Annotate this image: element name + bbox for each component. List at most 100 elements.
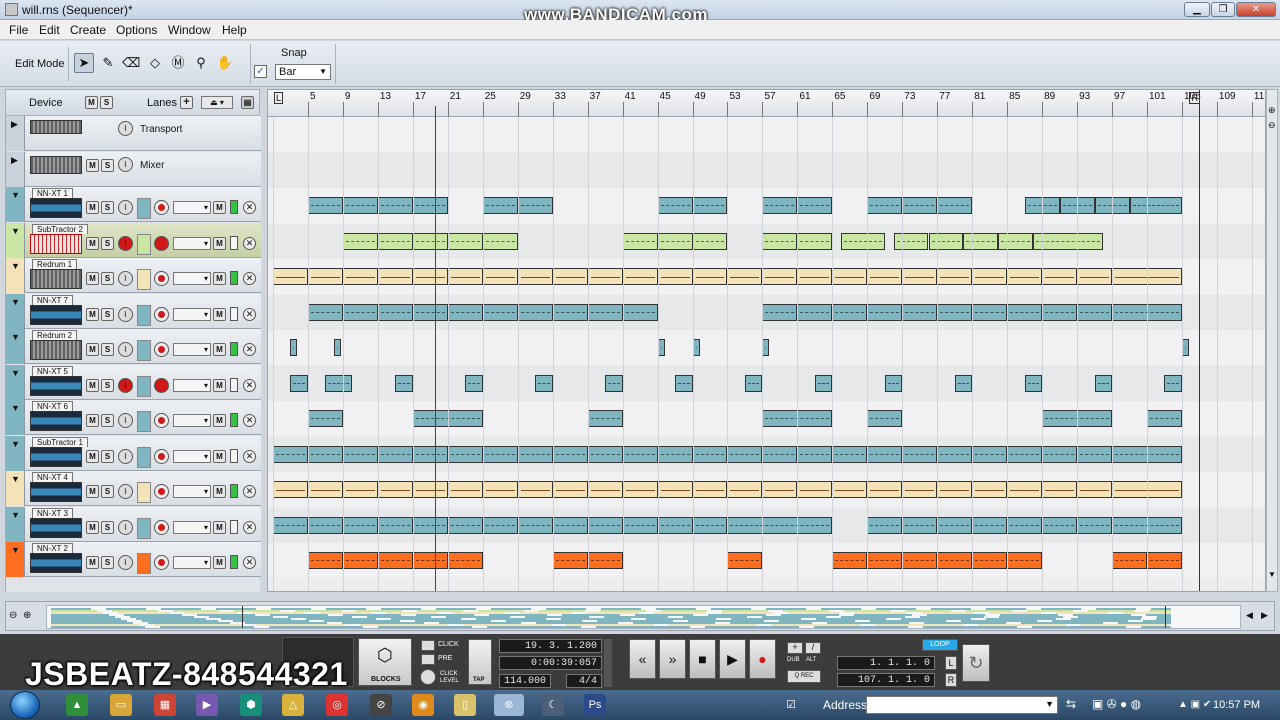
zoom-out-horizontal-icon[interactable]: ⊖ bbox=[9, 610, 17, 621]
note-clip[interactable] bbox=[334, 339, 342, 356]
minimize-button[interactable]: ▁ bbox=[1184, 2, 1210, 17]
record-arm-icon[interactable]: ⌇ bbox=[118, 342, 133, 357]
taskbar-app-dark-icon[interactable]: ⊘ bbox=[370, 694, 392, 716]
note-clip[interactable] bbox=[325, 374, 352, 392]
menu-create[interactable]: Create bbox=[70, 23, 106, 37]
chrome-icon[interactable]: ◎ bbox=[326, 694, 348, 716]
note-clip[interactable] bbox=[1129, 197, 1182, 214]
device-thumbnail[interactable] bbox=[30, 446, 82, 467]
expand-triangle-icon[interactable]: ▼ bbox=[11, 439, 20, 449]
record-arm-icon[interactable]: ⌇ bbox=[118, 306, 133, 322]
overview-position-marker[interactable] bbox=[242, 606, 243, 628]
note-clip[interactable] bbox=[552, 552, 588, 569]
note-clip[interactable] bbox=[290, 339, 298, 356]
mute-button[interactable]: M bbox=[86, 272, 99, 285]
delete-lane-icon[interactable]: ✕ bbox=[243, 272, 256, 285]
note-clip[interactable] bbox=[273, 481, 308, 498]
track-lane[interactable] bbox=[268, 472, 1265, 507]
right-loop-marker[interactable]: R bbox=[1189, 92, 1200, 104]
note-clip[interactable] bbox=[290, 374, 308, 392]
lane-mute-button[interactable]: M bbox=[213, 556, 226, 569]
note-clip[interactable] bbox=[893, 232, 929, 250]
new-dub-button[interactable]: + bbox=[787, 642, 803, 654]
note-clip[interactable] bbox=[657, 232, 693, 250]
lane-record-icon[interactable] bbox=[154, 271, 169, 286]
note-clip[interactable] bbox=[465, 374, 483, 392]
note-clip[interactable] bbox=[1147, 552, 1182, 569]
expand-triangle-icon[interactable]: ▼ bbox=[11, 297, 20, 307]
track-row[interactable]: ▼ SubTractor 2 M S ⌇ ▾ M ✕ bbox=[6, 222, 261, 258]
note-clip[interactable] bbox=[377, 481, 413, 498]
taskbar-app-green-icon[interactable]: ▲ bbox=[66, 694, 88, 716]
note-clip[interactable] bbox=[937, 197, 973, 214]
solo-button[interactable]: S bbox=[101, 449, 114, 463]
expand-triangle-icon[interactable]: ▼ bbox=[11, 474, 20, 484]
note-clip[interactable] bbox=[605, 374, 623, 392]
note-clip[interactable] bbox=[587, 552, 623, 569]
note-clip[interactable] bbox=[762, 303, 798, 321]
menu-options[interactable]: Options bbox=[116, 23, 157, 37]
solo-button[interactable]: S bbox=[101, 236, 114, 250]
maximize-button[interactable]: ❐ bbox=[1211, 2, 1235, 17]
lane-options-dropdown[interactable]: ⏏ ▾ bbox=[201, 96, 233, 109]
note-clip[interactable] bbox=[342, 516, 378, 534]
track-lane[interactable] bbox=[268, 543, 1265, 578]
global-solo-button[interactable]: S bbox=[100, 96, 113, 109]
song-time-display[interactable]: 0:00:39:057 bbox=[499, 656, 602, 670]
mute-button[interactable]: M bbox=[86, 556, 99, 569]
position-spin-buttons[interactable] bbox=[604, 639, 612, 687]
note-clip[interactable] bbox=[797, 303, 833, 321]
pencil-tool-icon[interactable]: ✎ bbox=[98, 53, 118, 73]
note-clip[interactable] bbox=[902, 303, 938, 321]
lane-mute-button[interactable]: M bbox=[213, 272, 226, 285]
note-clip[interactable] bbox=[412, 516, 448, 534]
start-button-icon[interactable] bbox=[10, 691, 40, 719]
note-clip[interactable] bbox=[1077, 268, 1113, 285]
track-lane[interactable] bbox=[268, 117, 1265, 152]
note-clip[interactable] bbox=[727, 445, 763, 463]
lane-mute-button[interactable]: M bbox=[213, 520, 226, 534]
delete-lane-icon[interactable]: ✕ bbox=[243, 343, 256, 356]
loop-button[interactable]: LOOP bbox=[922, 639, 958, 651]
note-clip[interactable] bbox=[1007, 516, 1043, 534]
expand-triangle-icon[interactable]: ▼ bbox=[11, 261, 20, 271]
lane-record-icon[interactable] bbox=[154, 484, 169, 499]
lane-select-dropdown[interactable]: ▾ bbox=[173, 556, 211, 569]
note-clip[interactable] bbox=[727, 516, 833, 534]
note-clip[interactable] bbox=[867, 197, 903, 214]
track-row[interactable]: ▼ SubTractor 1 M S ⌇ ▾ M ✕ bbox=[6, 435, 261, 471]
note-clip[interactable] bbox=[535, 374, 553, 392]
mute-button[interactable]: M bbox=[86, 449, 99, 463]
vertical-scrollbar[interactable]: ⊕ ⊖ ▼ bbox=[1266, 89, 1278, 592]
device-thumbnail[interactable] bbox=[30, 233, 82, 254]
note-clip[interactable] bbox=[342, 268, 378, 285]
note-clip[interactable] bbox=[1042, 268, 1078, 285]
note-clip[interactable] bbox=[622, 516, 658, 534]
lane-select-dropdown[interactable]: ▾ bbox=[173, 378, 211, 392]
note-clip[interactable] bbox=[1042, 445, 1078, 463]
note-clip[interactable] bbox=[412, 481, 448, 498]
note-clip[interactable] bbox=[342, 197, 378, 214]
lane-select-dropdown[interactable]: ▾ bbox=[173, 201, 211, 214]
note-clip[interactable] bbox=[1164, 374, 1182, 392]
click-toggle[interactable] bbox=[421, 640, 435, 651]
hand-tool-icon[interactable]: ✋ bbox=[215, 53, 235, 73]
device-thumbnail[interactable] bbox=[30, 304, 82, 325]
note-clip[interactable] bbox=[937, 445, 973, 463]
taskbar-app-checkbox-icon[interactable]: ☑ bbox=[780, 694, 802, 716]
lane-record-icon[interactable] bbox=[154, 377, 169, 393]
solo-button[interactable]: S bbox=[101, 520, 114, 534]
taskbar-app-moon-icon[interactable]: ☾ bbox=[542, 694, 564, 716]
track-color-strip[interactable]: ▼ bbox=[6, 471, 25, 506]
track-lane[interactable] bbox=[268, 295, 1265, 330]
note-clip[interactable] bbox=[867, 410, 903, 427]
note-clip[interactable] bbox=[1033, 232, 1104, 250]
track-color-strip[interactable]: ▶ bbox=[6, 151, 25, 187]
note-clip[interactable] bbox=[622, 445, 658, 463]
note-clip[interactable] bbox=[482, 303, 518, 321]
pre-toggle[interactable] bbox=[421, 654, 435, 665]
note-clip[interactable] bbox=[307, 445, 343, 463]
note-clip[interactable] bbox=[517, 197, 553, 214]
song-overview-bar[interactable]: ⊖ ⊕ ◀ ▶ bbox=[5, 601, 1275, 631]
global-mute-button[interactable]: M bbox=[85, 96, 98, 109]
